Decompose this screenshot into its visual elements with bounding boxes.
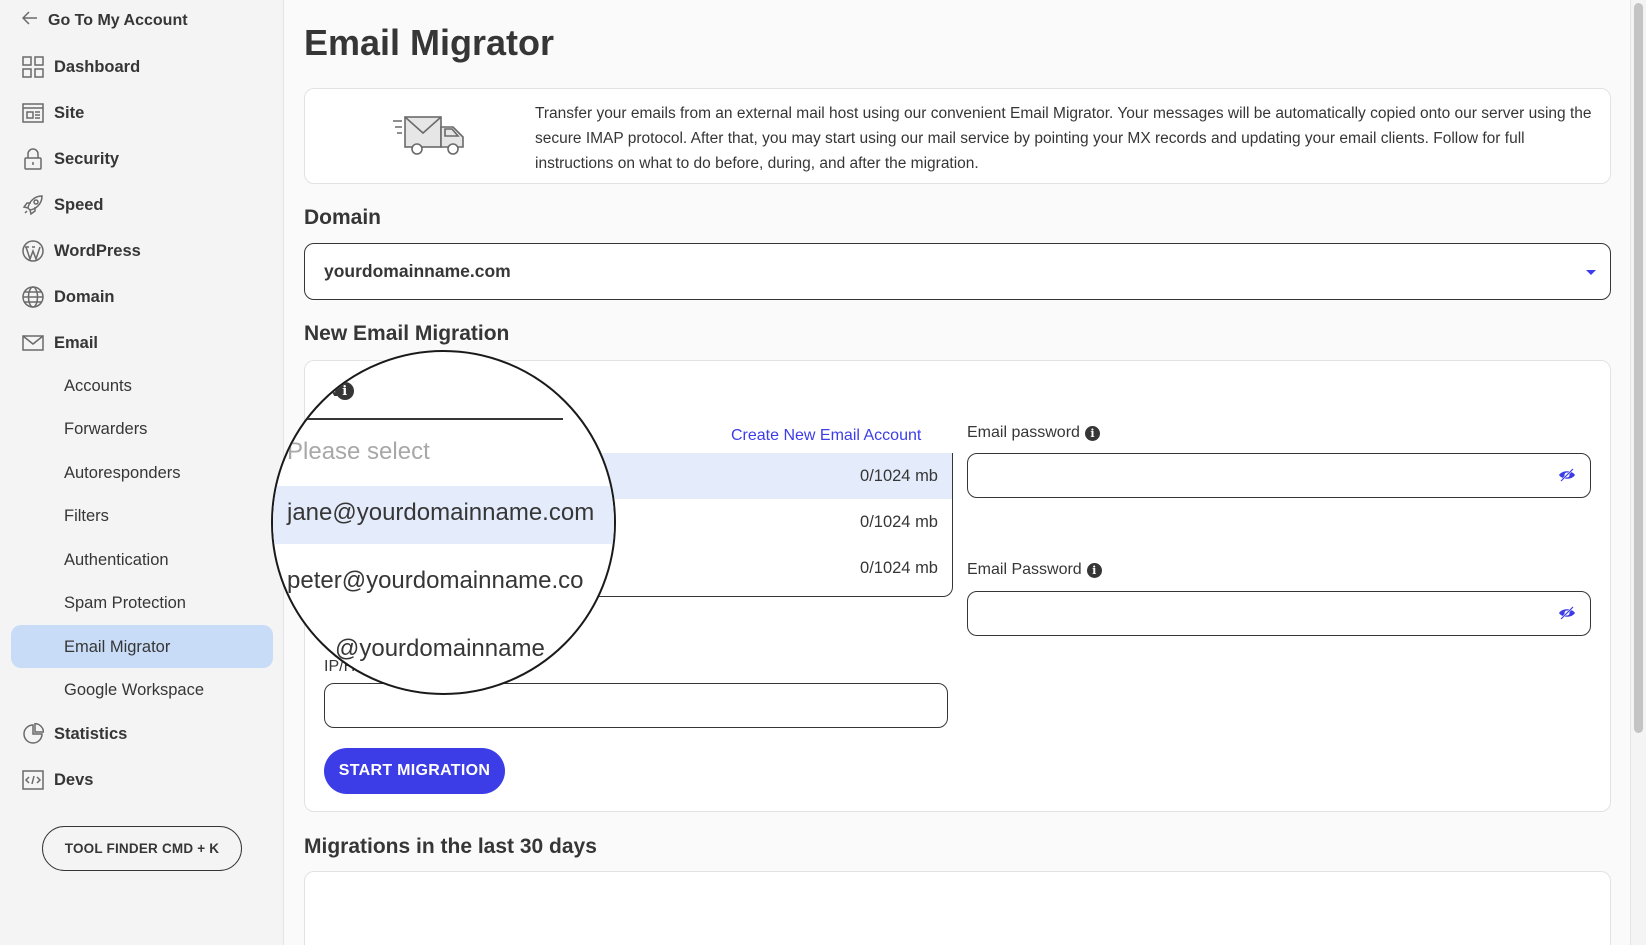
sidebar-subitem-accounts[interactable]: Accounts — [64, 373, 132, 399]
option-quota: 0/1024 mb — [860, 558, 938, 577]
sidebar-subitem-filters[interactable]: Filters — [64, 503, 109, 529]
start-migration-button[interactable]: START MIGRATION — [324, 748, 505, 794]
dashboard-icon — [22, 56, 44, 78]
email-password2-label-text: Email Password — [967, 561, 1082, 578]
eye-off-icon[interactable] — [1558, 467, 1576, 483]
magnified-divider — [273, 418, 563, 420]
nav-label: Domain — [54, 287, 115, 306]
tool-finder-button[interactable]: TOOL FINDER CMD + K — [42, 826, 242, 871]
sidebar-subitem-spam-protection[interactable]: Spam Protection — [64, 590, 186, 616]
nav-label: Dashboard — [54, 57, 141, 76]
sidebar-subitem-google-workspace[interactable]: Google Workspace — [64, 677, 204, 703]
domain-heading: Domain — [304, 206, 382, 229]
scrollbar-thumb[interactable] — [1634, 3, 1643, 733]
nav-item-domain[interactable]: Domain — [22, 284, 115, 310]
create-email-account-link[interactable]: Create New Email Account — [731, 427, 921, 445]
intro-card: Transfer your emails from an external ma… — [304, 88, 1611, 184]
new-migration-heading: New Email Migration — [304, 322, 510, 345]
nav-label: Security — [54, 149, 120, 168]
globe-icon — [22, 286, 44, 308]
domain-select[interactable]: yourdomainname.com — [304, 243, 1611, 300]
migrations-table-card — [304, 871, 1611, 945]
go-to-account-link[interactable]: Go To My Account — [21, 11, 188, 30]
sidebar-subitem-forwarders[interactable]: Forwarders — [64, 416, 147, 442]
dropdown-option-email[interactable]: jane@yourdomainname.com — [287, 499, 594, 527]
nav-label: Devs — [54, 770, 94, 789]
nav-item-devs[interactable]: Devs — [22, 767, 93, 793]
envelope-icon — [22, 332, 44, 354]
pie-chart-icon — [22, 723, 44, 745]
nav-label: Speed — [54, 195, 104, 214]
magnifier-content: N i Please select jane@yourdomainname.co… — [273, 352, 614, 693]
info-icon[interactable]: i — [1086, 562, 1102, 578]
rocket-icon — [22, 194, 44, 216]
email-password2-input[interactable] — [967, 591, 1591, 636]
nav-item-dashboard[interactable]: Dashboard — [22, 54, 140, 80]
scrollbar[interactable] — [1630, 0, 1646, 945]
nav-label: Statistics — [54, 724, 128, 743]
wordpress-icon — [22, 240, 44, 262]
eye-off-icon[interactable] — [1558, 605, 1576, 621]
email-password-input[interactable] — [967, 453, 1591, 498]
nav-label: Site — [54, 103, 85, 122]
option-quota: 0/1024 mb — [860, 512, 938, 531]
nav-item-speed[interactable]: Speed — [22, 192, 104, 218]
nav-item-email[interactable]: Email — [22, 330, 98, 356]
chevron-down-icon — [1586, 270, 1596, 275]
lock-icon — [22, 148, 44, 170]
nav-item-statistics[interactable]: Statistics — [22, 721, 127, 747]
arrow-left-icon — [21, 11, 38, 30]
domain-select-value: yourdomainname.com — [324, 261, 511, 281]
dropdown-placeholder: Please select — [287, 438, 430, 465]
option-quota: 0/1024 mb — [860, 466, 938, 485]
intro-text: Transfer your emails from an external ma… — [535, 105, 1592, 172]
sidebar-subitem-email-migrator[interactable]: Email Migrator — [64, 634, 170, 660]
site-icon — [22, 102, 44, 124]
dropdown-option-email[interactable]: peter@yourdomainname.co — [287, 567, 584, 595]
nav-label: Email — [54, 333, 99, 352]
nav-label: WordPress — [54, 241, 141, 260]
sidebar-subitem-authentication[interactable]: Authentication — [64, 547, 169, 573]
magnified-label: N i — [325, 380, 354, 402]
code-icon — [22, 769, 44, 791]
email-password-label-text: Email password — [967, 424, 1080, 441]
nav-item-security[interactable]: Security — [22, 146, 119, 172]
email-password-label: Email password i — [967, 424, 1100, 442]
delivery-truck-icon — [393, 109, 467, 164]
migrations-heading: Migrations in the last 30 days — [304, 835, 597, 858]
email-password2-label: Email Password i — [967, 561, 1102, 579]
info-icon: i — [335, 382, 354, 400]
page-title: Email Migrator — [304, 22, 555, 63]
dropdown-option-email[interactable]: @yourdomainname — [335, 635, 545, 663]
sidebar: Go To My Account Dashboard Site Security… — [0, 0, 284, 945]
info-icon[interactable]: i — [1084, 425, 1100, 441]
nav-item-wordpress[interactable]: WordPress — [22, 238, 141, 264]
nav-item-site[interactable]: Site — [22, 100, 84, 126]
magnifier-lens: N i Please select jane@yourdomainname.co… — [271, 350, 616, 695]
sidebar-subitem-autoresponders[interactable]: Autoresponders — [64, 460, 181, 486]
go-to-account-label: Go To My Account — [48, 11, 188, 29]
